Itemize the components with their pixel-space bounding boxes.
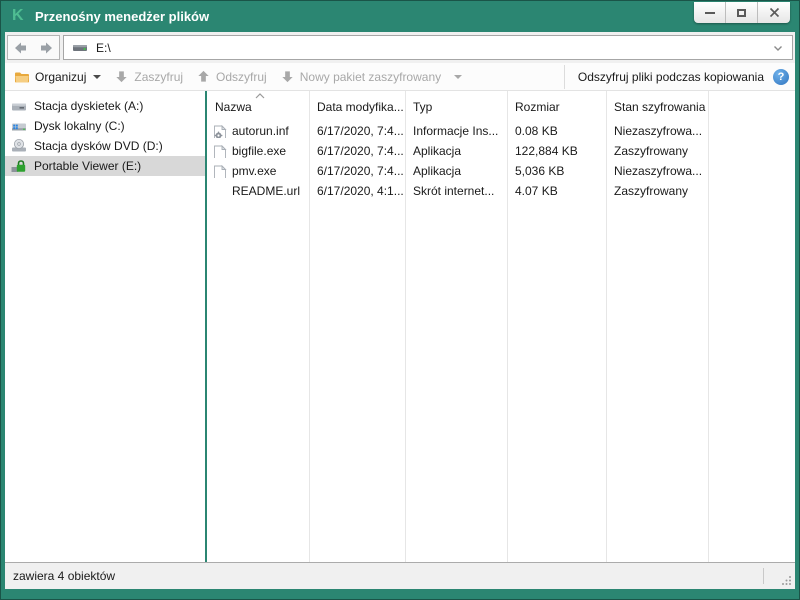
drive-icon [72, 41, 88, 55]
file-rows: autorun.inf 6/17/2020, 7:4... Informacje… [207, 121, 795, 201]
status-text: zawiera 4 obiektów [13, 563, 115, 589]
encrypt-label: Zaszyfruj [134, 70, 183, 84]
sidebar-item-portable-e[interactable]: Portable Viewer (E:) [5, 156, 205, 176]
nav-history-buttons [7, 35, 60, 60]
encrypted-drive-icon [11, 158, 27, 174]
drive-label: Portable Viewer (E:) [34, 159, 141, 173]
file-type: Aplikacja [405, 144, 507, 158]
minimize-icon [705, 12, 715, 14]
file-size: 4.07 KB [507, 184, 606, 198]
file-name: pmv.exe [232, 164, 276, 178]
window-title: Przenośny menedżer plików [35, 1, 209, 32]
navigation-bar: E:\ [5, 32, 795, 63]
sidebar-item-floppy-a[interactable]: Stacja dyskietek (A:) [5, 96, 205, 116]
file-size: 122,884 KB [507, 144, 606, 158]
drive-label: Stacja dysków DVD (D:) [34, 139, 163, 153]
file-row-pmv-exe[interactable]: pmv.exe 6/17/2020, 7:4... Aplikacja 5,03… [207, 161, 795, 181]
arrow-down-icon [280, 69, 295, 84]
drive-label: Stacja dyskietek (A:) [34, 99, 143, 113]
file-row-readme-url[interactable]: README.url 6/17/2020, 4:1... Skrót inter… [207, 181, 795, 201]
resize-grip[interactable] [781, 575, 792, 586]
status-separator [763, 568, 764, 584]
column-header-name[interactable]: Nazwa [207, 100, 309, 114]
organize-button[interactable]: Organizuj [14, 70, 101, 84]
encrypt-button[interactable]: Zaszyfruj [114, 69, 183, 84]
file-list: Nazwa Data modyfika... Typ Rozmiar Stan … [207, 91, 795, 562]
new-encrypted-package-button[interactable]: Nowy pakiet zaszyfrowany [280, 69, 462, 84]
file-type: Informacje Ins... [405, 124, 507, 138]
file-encryption-status: Niezaszyfrowa... [606, 164, 708, 178]
address-bar[interactable]: E:\ [63, 35, 793, 60]
drive-sidebar: Stacja dyskietek (A:) Dysk lokalny (C:) [5, 91, 205, 562]
file-encryption-status: Zaszyfrowany [606, 184, 708, 198]
status-bar: zawiera 4 obiektów [5, 562, 795, 589]
new-encrypted-package-label: Nowy pakiet zaszyfrowany [300, 70, 441, 84]
new-package-dropdown-caret-icon [454, 75, 462, 79]
file-modified: 6/17/2020, 7:4... [309, 124, 405, 138]
forward-button[interactable] [38, 40, 55, 56]
titlebar[interactable]: K Przenośny menedżer plików [1, 1, 799, 32]
file-name: autorun.inf [232, 124, 289, 138]
local-disk-icon [11, 118, 27, 134]
toolbar: Organizuj Zaszyfruj Odszyfruj Nowy pakie… [5, 63, 795, 91]
window-controls [694, 2, 790, 23]
close-button[interactable] [758, 2, 790, 23]
file-name: README.url [232, 184, 300, 198]
blank-file-icon [212, 165, 228, 178]
address-path: E:\ [96, 41, 772, 55]
file-encryption-status: Niezaszyfrowa... [606, 124, 708, 138]
file-type: Aplikacja [405, 164, 507, 178]
address-dropdown-chevron-icon[interactable] [772, 42, 784, 54]
floppy-drive-icon [11, 98, 27, 114]
arrow-up-icon [196, 69, 211, 84]
sidebar-item-dvd-d[interactable]: Stacja dysków DVD (D:) [5, 136, 205, 156]
file-size: 5,036 KB [507, 164, 606, 178]
sidebar-item-local-c[interactable]: Dysk lokalny (C:) [5, 116, 205, 136]
file-row-autorun-inf[interactable]: autorun.inf 6/17/2020, 7:4... Informacje… [207, 121, 795, 141]
column-header-encryption[interactable]: Stan szyfrowania [606, 100, 708, 114]
folder-icon [14, 70, 30, 84]
column-header-size[interactable]: Rozmiar [507, 100, 606, 114]
file-size: 0.08 KB [507, 124, 606, 138]
kaspersky-logo-icon: K [12, 7, 28, 25]
file-modified: 6/17/2020, 7:4... [309, 144, 405, 158]
decrypt-on-copy-label: Odszyfruj pliki podczas kopiowania [578, 70, 764, 84]
file-row-bigfile-exe[interactable]: bigfile.exe 6/17/2020, 7:4... Aplikacja … [207, 141, 795, 161]
column-header-modified[interactable]: Data modyfika... [309, 100, 405, 114]
file-type: Skrót internet... [405, 184, 507, 198]
minimize-button[interactable] [694, 2, 726, 23]
maximize-icon [737, 9, 746, 17]
back-button[interactable] [12, 40, 29, 56]
help-icon[interactable]: ? [773, 69, 789, 85]
maximize-button[interactable] [726, 2, 758, 23]
organize-label: Organizuj [35, 70, 86, 84]
blank-file-icon [212, 145, 228, 158]
file-modified: 6/17/2020, 7:4... [309, 164, 405, 178]
file-name: bigfile.exe [232, 144, 286, 158]
column-header-type[interactable]: Typ [405, 100, 507, 114]
file-modified: 6/17/2020, 4:1... [309, 184, 405, 198]
arrow-down-icon [114, 69, 129, 84]
main-area: Stacja dyskietek (A:) Dysk lokalny (C:) [5, 91, 795, 562]
drive-label: Dysk lokalny (C:) [34, 119, 125, 133]
dvd-drive-icon [11, 138, 27, 154]
decrypt-label: Odszyfruj [216, 70, 267, 84]
decrypt-button[interactable]: Odszyfruj [196, 69, 267, 84]
file-encryption-status: Zaszyfrowany [606, 144, 708, 158]
decrypt-on-copy-group: Odszyfruj pliki podczas kopiowania ? [564, 65, 789, 89]
close-icon [769, 7, 780, 18]
setup-information-file-icon [212, 125, 228, 138]
column-headers: Nazwa Data modyfika... Typ Rozmiar Stan … [207, 91, 795, 119]
portable-file-manager-window: K Przenośny menedżer plików E:\ [0, 0, 800, 600]
organize-dropdown-caret-icon [93, 75, 101, 79]
